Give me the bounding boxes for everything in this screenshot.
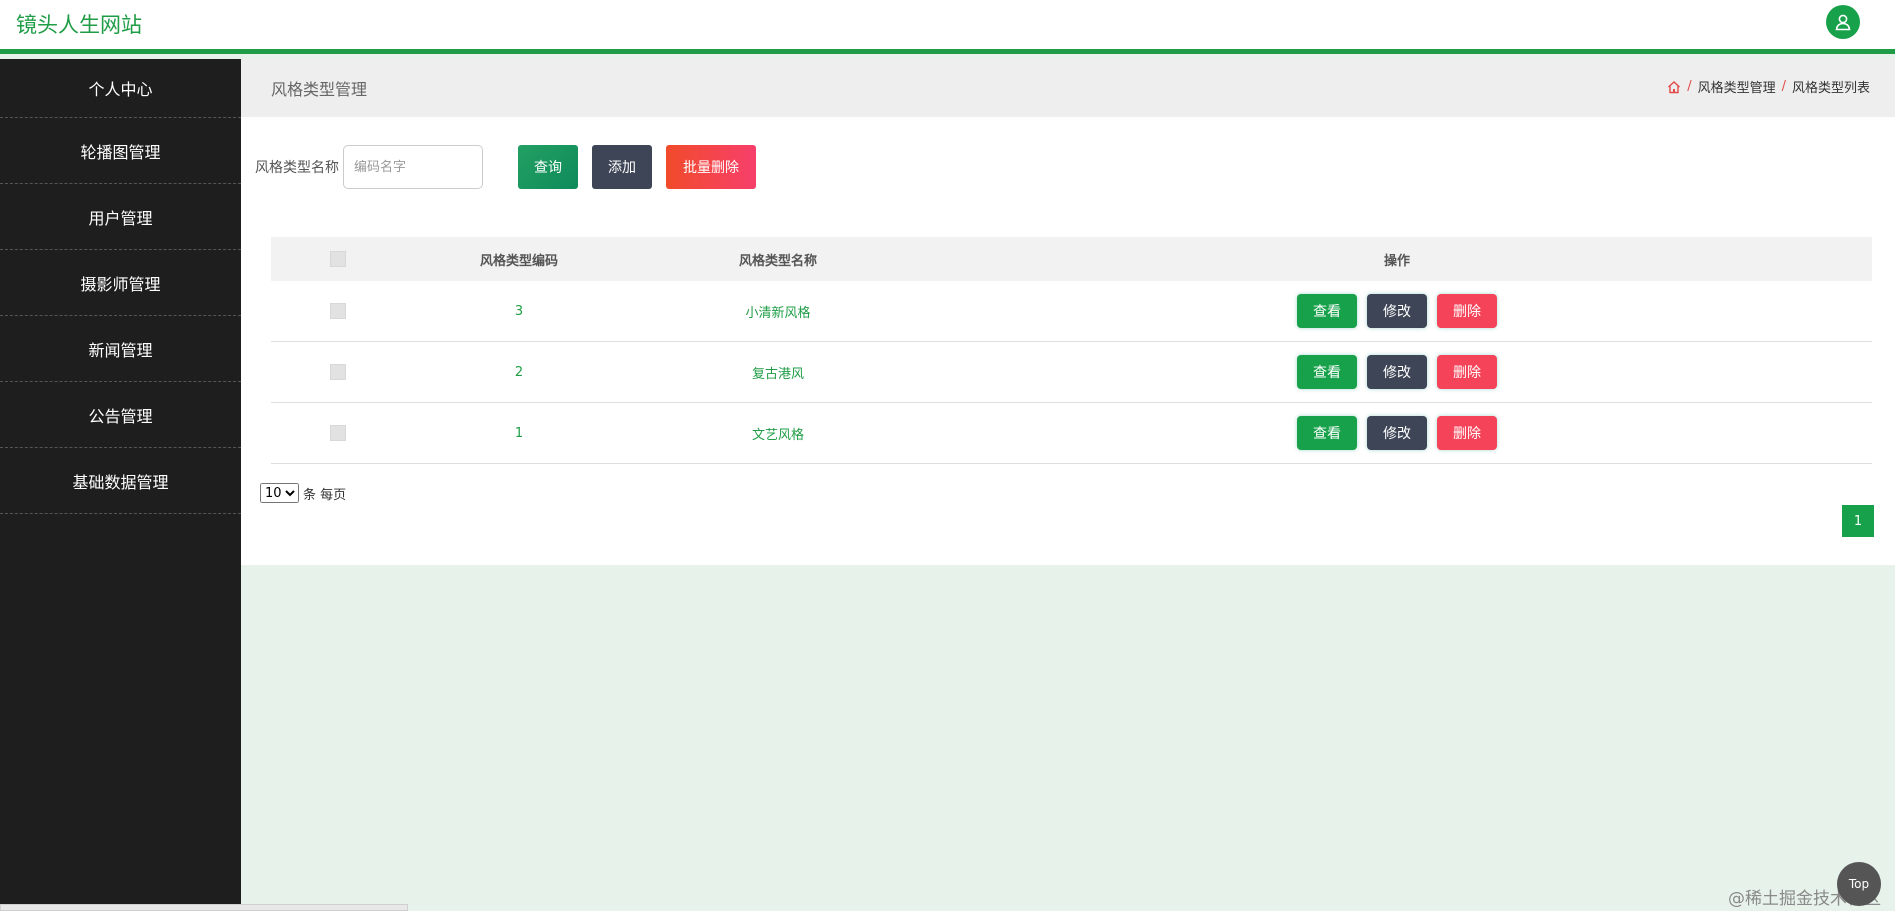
search-input[interactable] [343, 145, 483, 189]
cell-name: 小清新风格 [745, 305, 811, 321]
sidebar-item-carousel[interactable]: 轮播图管理 [0, 118, 241, 184]
search-label: 风格类型名称 [255, 160, 339, 176]
delete-button[interactable]: 删除 [1437, 416, 1497, 450]
table-header: 风格类型编码 风格类型名称 操作 [271, 237, 1872, 281]
page-title: 风格类型管理 [271, 80, 368, 99]
cell-name: 文艺风格 [751, 427, 804, 443]
site-title[interactable]: 镜头人生网站 [16, 9, 142, 39]
status-strip [0, 904, 408, 911]
top-bar: 镜头人生网站 [0, 0, 1895, 54]
batch-delete-button[interactable]: 批量删除 [666, 145, 756, 189]
main-content: 风格类型管理 / 风格类型管理 / 风格类型列表 风格类型名称 查询 添加 批量… [241, 59, 1895, 565]
table-row: 2 复古港风 查看 修改 删除 [271, 342, 1872, 403]
sidebar-item-news[interactable]: 新闻管理 [0, 316, 241, 382]
column-header-ops: 操作 [1383, 253, 1410, 269]
breadcrumb: / 风格类型管理 / 风格类型列表 [1667, 77, 1870, 96]
user-avatar-button[interactable] [1826, 5, 1860, 39]
back-to-top-button[interactable]: Top [1837, 862, 1881, 906]
row-actions: 查看 修改 删除 [922, 355, 1872, 389]
row-actions: 查看 修改 删除 [922, 294, 1872, 328]
column-header-code: 风格类型编码 [479, 253, 558, 269]
add-button[interactable]: 添加 [592, 145, 652, 189]
user-icon [1835, 14, 1851, 31]
table-row: 3 小清新风格 查看 修改 删除 [271, 281, 1872, 342]
sidebar-item-photographers[interactable]: 摄影师管理 [0, 250, 241, 316]
query-button[interactable]: 查询 [518, 145, 578, 189]
page-number-button[interactable]: 1 [1842, 505, 1874, 537]
column-header-name: 风格类型名称 [738, 253, 817, 269]
cell-code: 3 [514, 303, 524, 319]
breadcrumb-item-style-type-list: 风格类型列表 [1791, 81, 1870, 96]
view-button[interactable]: 查看 [1297, 294, 1357, 328]
edit-button[interactable]: 修改 [1367, 294, 1427, 328]
home-icon[interactable] [1667, 80, 1681, 94]
page-size-suffix: 条 每页 [303, 487, 347, 503]
search-row: 风格类型名称 查询 添加 批量删除 [255, 145, 756, 189]
delete-button[interactable]: 删除 [1437, 355, 1497, 389]
view-button[interactable]: 查看 [1297, 355, 1357, 389]
sidebar-item-announcements[interactable]: 公告管理 [0, 382, 241, 448]
sidebar-item-personal-center[interactable]: 个人中心 [0, 59, 241, 118]
cell-name: 复古港风 [751, 366, 804, 382]
row-checkbox[interactable] [329, 364, 346, 380]
page-size-control: 10 条 每页 [260, 483, 346, 503]
edit-button[interactable]: 修改 [1367, 416, 1427, 450]
sidebar: 个人中心 轮播图管理 用户管理 摄影师管理 新闻管理 公告管理 基础数据管理 [0, 59, 241, 911]
row-checkbox[interactable] [329, 303, 346, 319]
row-actions: 查看 修改 删除 [922, 416, 1872, 450]
view-button[interactable]: 查看 [1297, 416, 1357, 450]
data-table: 风格类型编码 风格类型名称 操作 3 小清新风格 查看 修改 删除 2 复古港风… [271, 237, 1872, 464]
page-size-select[interactable]: 10 [260, 483, 299, 503]
breadcrumb-separator: / [1781, 79, 1786, 94]
select-all-checkbox[interactable] [329, 251, 346, 267]
cell-code: 2 [514, 364, 524, 380]
table-row: 1 文艺风格 查看 修改 删除 [271, 403, 1872, 464]
row-checkbox[interactable] [329, 425, 346, 441]
delete-button[interactable]: 删除 [1437, 294, 1497, 328]
breadcrumb-separator: / [1687, 79, 1692, 94]
cell-code: 1 [514, 425, 524, 441]
sidebar-item-users[interactable]: 用户管理 [0, 184, 241, 250]
edit-button[interactable]: 修改 [1367, 355, 1427, 389]
sidebar-item-basic-data[interactable]: 基础数据管理 [0, 448, 241, 514]
content-header: 风格类型管理 / 风格类型管理 / 风格类型列表 [241, 59, 1895, 117]
breadcrumb-item-style-type-management[interactable]: 风格类型管理 [1698, 77, 1776, 96]
